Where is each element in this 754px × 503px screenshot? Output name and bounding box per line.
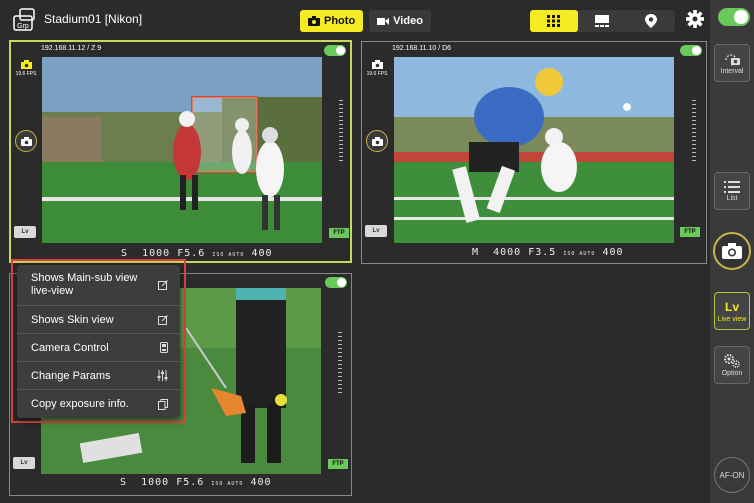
af-on-button[interactable]: AF-ON: [714, 457, 750, 493]
copy-icon: [158, 398, 168, 410]
mode-value: M: [472, 247, 480, 258]
live-view-image: [394, 57, 674, 243]
gears-icon: [724, 353, 740, 368]
list-button[interactable]: List: [714, 172, 750, 210]
svg-text:Grp: Grp: [17, 23, 29, 30]
menu-item-main-sub-view[interactable]: Shows Main-sub view live-view: [17, 265, 180, 306]
shutter-release-button[interactable]: [713, 232, 751, 270]
shutter-value: 1000: [142, 248, 171, 259]
camera-panel-d6[interactable]: 192.168.11.10 / D6 19.6 FPS Lv FTP M 400…: [361, 41, 707, 264]
iso-value: 400: [250, 477, 272, 488]
menu-item-skin-view[interactable]: Shows Skin view: [17, 306, 180, 334]
live-view-label: Live view: [717, 315, 747, 323]
interval-button[interactable]: Interval: [714, 44, 750, 82]
camera-icon: [20, 136, 32, 146]
camera-icon: [308, 16, 320, 26]
lv-chip[interactable]: Lv: [13, 457, 35, 469]
aperture-value: F5.6: [177, 248, 206, 259]
photo-mode-label: Photo: [324, 15, 356, 27]
device-icon: [160, 342, 168, 353]
list-icon: [724, 180, 740, 193]
iso-value: 400: [251, 248, 273, 259]
live-view-short-label: Lv: [724, 299, 739, 314]
settings-gear-icon[interactable]: [685, 9, 705, 29]
menu-item-change-params[interactable]: Change Params: [17, 362, 180, 390]
camera-icon: [371, 136, 383, 146]
mode-switch: Photo Video: [300, 10, 431, 32]
menu-item-label: Change Params: [31, 369, 111, 382]
camera-icon: [722, 243, 742, 259]
interval-timer-icon: [725, 53, 740, 66]
grid-view-icon: [547, 15, 561, 27]
menu-item-camera-control[interactable]: Camera Control: [17, 334, 180, 362]
right-rail: Interval List Lv Live view Option AF-ON: [710, 0, 754, 503]
capture-button[interactable]: [366, 130, 388, 152]
exposure-scale: [336, 97, 346, 164]
video-camera-icon: [377, 18, 390, 25]
external-link-icon: [158, 280, 168, 290]
aperture-value: F3.5: [528, 247, 557, 258]
ftp-badge: FTP: [329, 228, 349, 238]
master-toggle[interactable]: [718, 8, 750, 26]
option-button[interactable]: Option: [714, 346, 750, 384]
live-view-button[interactable]: Lv Live view: [714, 292, 750, 330]
capture-button[interactable]: [15, 130, 37, 152]
lv-chip[interactable]: Lv: [365, 225, 387, 237]
camera-panel-z9[interactable]: 192.168.11.12 / Z 9 19.6 FPS Lv FTP S 10…: [9, 40, 352, 263]
single-view-icon: [595, 15, 610, 27]
camera-address: 192.168.11.10 / D6: [392, 45, 452, 52]
page-title: Stadium01 [Nikon]: [44, 12, 143, 26]
live-view-image: [42, 57, 322, 243]
ftp-badge: FTP: [680, 227, 700, 237]
menu-item-label: Shows Main-sub view live-view: [31, 272, 138, 297]
camera-icon: [20, 60, 32, 69]
shutter-value: 4000: [493, 247, 522, 258]
menu-item-label: Camera Control: [31, 341, 109, 354]
photo-mode-button[interactable]: Photo: [300, 10, 364, 32]
view-mode-group: [530, 10, 675, 32]
map-view-button[interactable]: [627, 10, 675, 32]
fps-readout: 19.6 FPS: [15, 71, 37, 77]
iso-label: ISO AUTO: [211, 481, 244, 487]
iso-label: ISO AUTO: [563, 251, 596, 257]
exposure-readout: S 1000 F5.6 ISO AUTO 400: [120, 477, 272, 488]
menu-item-label: Copy exposure info.: [31, 398, 129, 410]
ftp-badge: FTP: [328, 459, 348, 469]
map-pin-icon: [644, 14, 657, 28]
option-label: Option: [721, 369, 743, 377]
aperture-value: F5.6: [176, 477, 205, 488]
sliders-icon: [157, 370, 168, 381]
iso-value: 400: [602, 247, 624, 258]
interval-label: Interval: [720, 67, 744, 75]
camera-address: 192.168.11.12 / Z 9: [41, 45, 102, 52]
top-bar: Grp Stadium01 [Nikon] Photo Video: [0, 0, 710, 38]
camera-enable-toggle[interactable]: [324, 45, 346, 56]
shutter-value: 1000: [141, 477, 170, 488]
video-mode-button[interactable]: Video: [369, 10, 431, 32]
camera-enable-toggle[interactable]: [325, 277, 347, 288]
mode-value: S: [121, 248, 129, 259]
exposure-scale: [335, 329, 345, 396]
exposure-readout: M 4000 F3.5 ISO AUTO 400: [472, 247, 624, 258]
external-link-icon: [158, 314, 168, 325]
camera-icon: [371, 60, 383, 69]
context-menu: Shows Main-sub view live-view Shows Skin…: [17, 265, 180, 418]
camera-status-column: 19.6 FPS: [366, 60, 388, 77]
exposure-scale: [689, 97, 699, 164]
camera-enable-toggle[interactable]: [680, 45, 702, 56]
grid-view-button[interactable]: [530, 10, 579, 32]
menu-item-copy-exposure[interactable]: Copy exposure info.: [17, 390, 180, 418]
video-mode-label: Video: [393, 15, 423, 27]
menu-item-label: Shows Skin view: [31, 313, 114, 326]
exposure-readout: S 1000 F5.6 ISO AUTO 400: [121, 248, 273, 259]
fps-readout: 19.6 FPS: [366, 71, 388, 77]
list-label: List: [726, 194, 738, 202]
single-view-button[interactable]: [578, 10, 626, 32]
lv-chip[interactable]: Lv: [14, 226, 36, 238]
camera-status-column: 19.6 FPS: [15, 60, 37, 77]
iso-label: ISO AUTO: [212, 252, 245, 258]
mode-value: S: [120, 477, 128, 488]
camera-group-icon[interactable]: Grp: [12, 6, 38, 32]
